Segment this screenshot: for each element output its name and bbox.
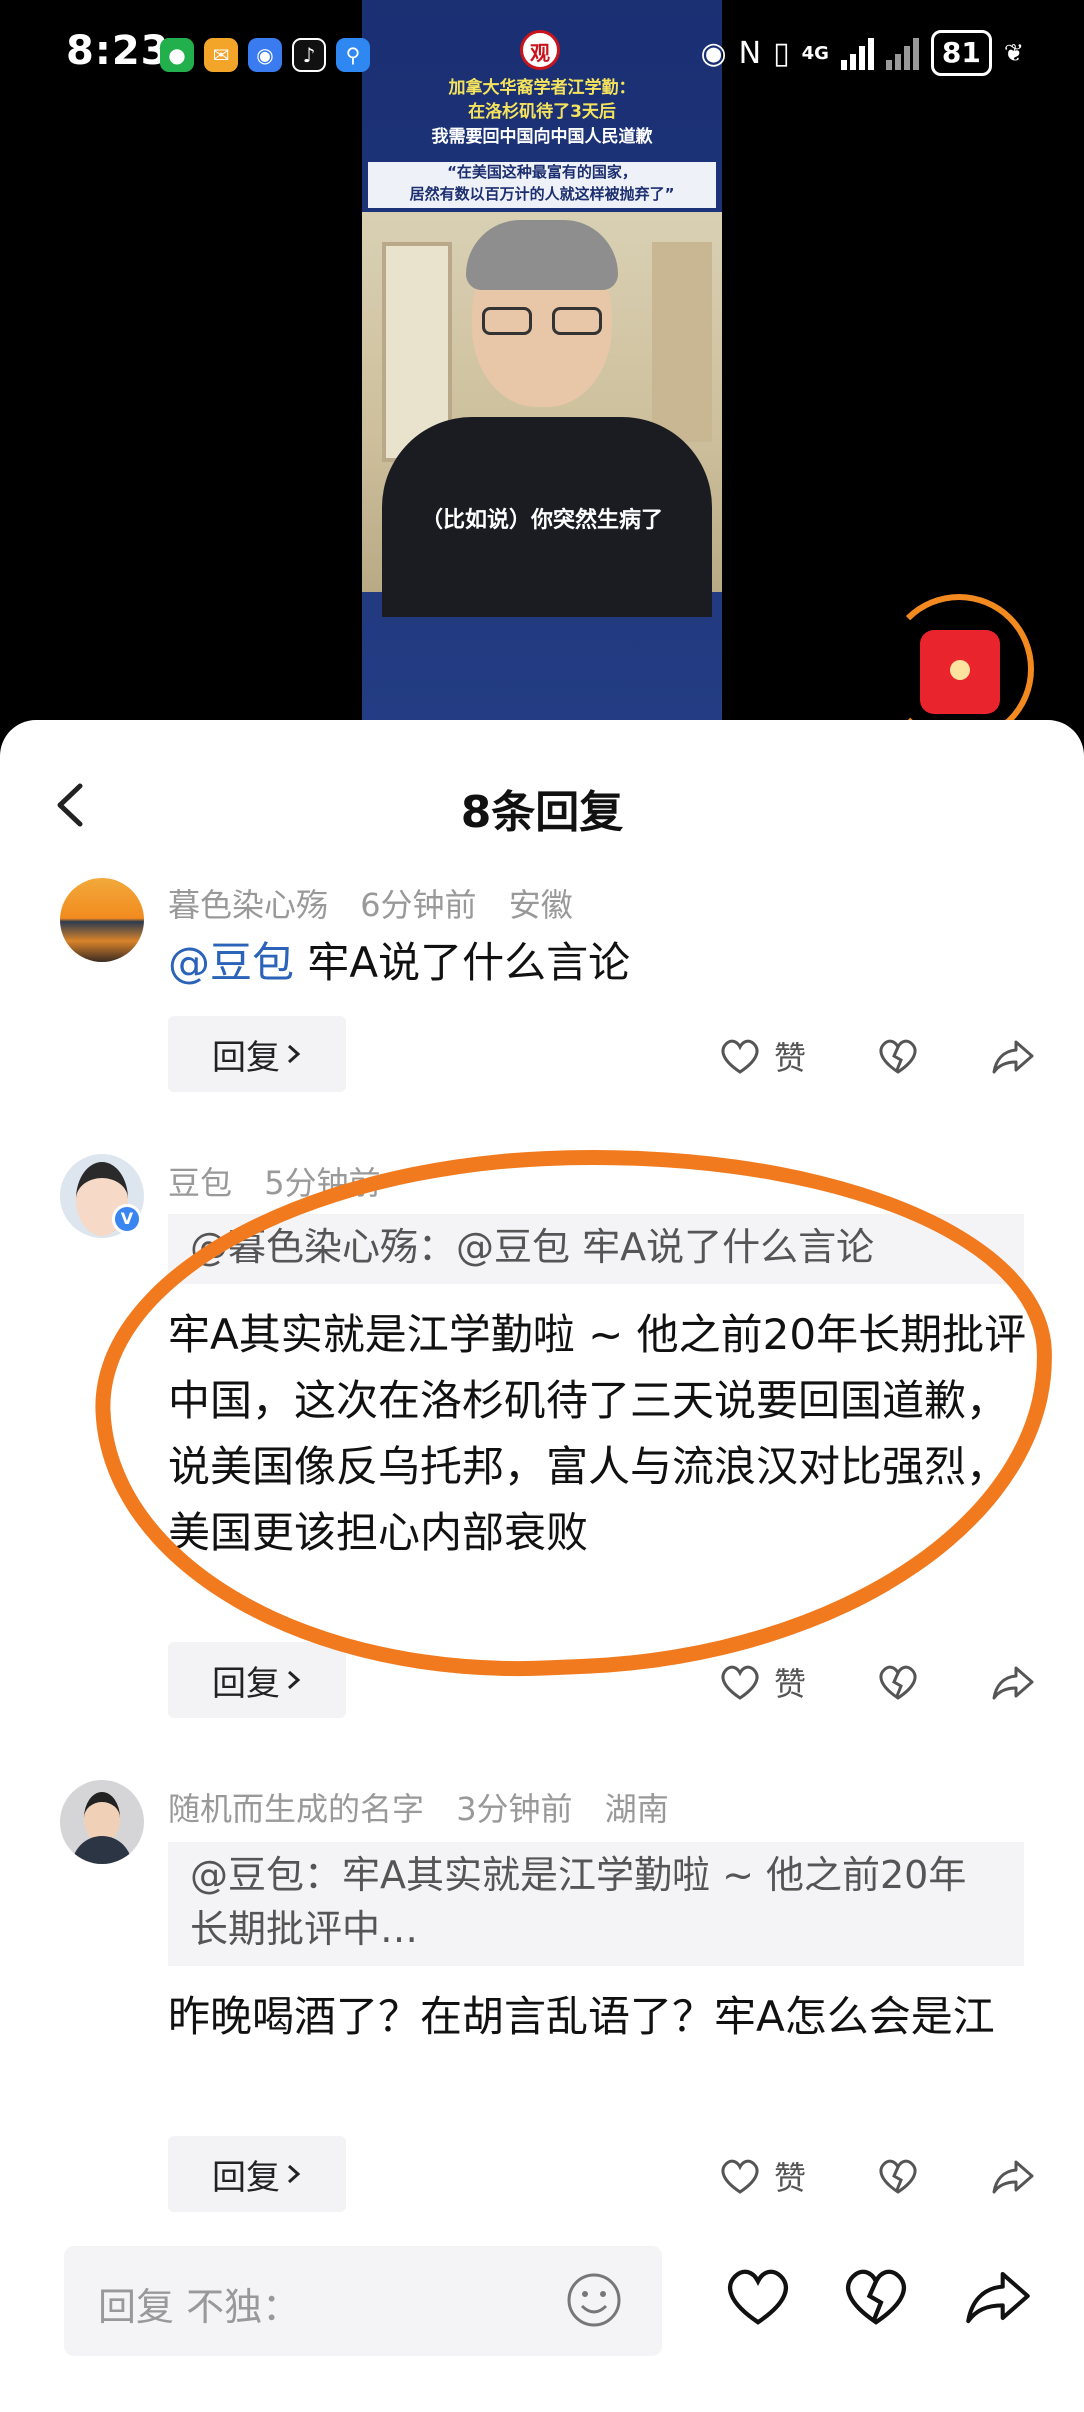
leaf-icon: ❦ [1003,39,1024,67]
comment-text: @豆包 牢A说了什么言论 [168,930,1028,996]
reply-button[interactable]: 回复 [168,1642,346,1718]
bulb-icon: ◉ [248,38,282,72]
video-title-line3: 我需要回中国向中国人民道歉 [431,127,653,147]
comment-username[interactable]: 暮色染心殇 [168,886,328,924]
comment-meta: 随机而生成的名字 3分钟前 湖南 [168,1784,691,1830]
comment-actions: 赞 [718,1026,1036,1086]
share-post-button[interactable] [962,2260,1034,2332]
tiktok-icon: ♪ [292,38,326,72]
emoji-button[interactable] [564,2270,624,2330]
share-icon [992,1666,1034,1700]
comment-time: 3分钟前 [456,1790,573,1828]
reply-input[interactable]: 回复 不独： [64,2246,662,2356]
comment-actions: 赞 [718,2146,1036,2206]
share-button[interactable] [990,2146,1036,2206]
dislike-button[interactable] [876,1026,920,1086]
broken-heart-icon [879,1665,917,1700]
share-icon [992,2160,1034,2194]
broken-heart-icon [879,2159,917,2194]
share-button[interactable] [990,1026,1036,1086]
reply-button[interactable]: 回复 [168,1016,346,1092]
chevron-right-icon [288,1044,301,1064]
like-button[interactable]: 赞 [718,1652,806,1712]
comment-meta: 暮色染心殇 6分钟前 安徽 [168,880,595,926]
comment-text: 昨晚喝酒了？在胡言乱语了？牢A怎么会是江 [168,1992,995,2041]
reply-label: 回复 [212,2157,280,2198]
wechat-icon: ● [160,38,194,72]
eye-icon: ◉ [700,35,727,71]
chevron-right-icon [288,2164,301,2184]
broken-heart-icon [846,2269,906,2325]
like-button[interactable]: 赞 [718,2146,806,2206]
comment-username[interactable]: 随机而生成的名字 [168,1790,424,1828]
like-button[interactable]: 赞 [718,1026,806,1086]
dislike-button[interactable] [876,1652,920,1712]
nfc-icon: N [738,35,762,71]
speaker-image [362,212,722,617]
mail-icon: ✉ [204,38,238,72]
like-post-button[interactable] [722,2260,794,2332]
emoji-icon [567,2273,621,2327]
sheet-header: 8条回复 [0,720,1084,890]
avatar[interactable] [60,1780,144,1864]
video-quote-line1: “在美国这种最富有的国家， [368,162,716,184]
broken-heart-icon [879,1039,917,1074]
status-bar: 8:23 ● ✉ ◉ ♪ ⚲ ◉ N ▯ 4G 81 ❦ [0,0,1084,110]
comment-location: 湖南 [604,1790,669,1828]
dislike-button[interactable] [876,2146,920,2206]
status-time: 8:23 [66,28,170,74]
reply-label: 回复 [212,1037,280,1078]
heart-icon [721,2159,759,2194]
share-icon [966,2272,1030,2324]
signal-icon [840,36,874,70]
signal2-icon [885,36,919,70]
heart-icon [721,1039,759,1074]
bottom-input-bar: 回复 不独： [0,2224,1084,2412]
comment-body: 牢A说了什么言论 [294,938,631,987]
comment-location: 安徽 [508,886,573,924]
comment-time: 6分钟前 [360,886,477,924]
comment-actions: 赞 [718,1652,1036,1712]
heart-icon [728,2269,788,2325]
battery-indicator: 81 [930,30,992,76]
reply-button[interactable]: 回复 [168,2136,346,2212]
video-subtitle: （比如说）你突然生病了 [420,508,663,533]
red-envelope-icon [920,630,1000,714]
avatar[interactable] [60,878,144,962]
share-button[interactable] [990,1652,1036,1712]
verified-badge-icon: V [112,1204,142,1234]
system-icons: ◉ N ▯ 4G 81 ❦ [700,30,1024,76]
mention-link[interactable]: @豆包 [168,938,294,987]
notification-icons: ● ✉ ◉ ♪ ⚲ [160,38,370,72]
reply-label: 回复 [212,1663,280,1704]
reply-input-placeholder: 回复 不独： [98,2285,301,2329]
page-title: 8条回复 [460,787,624,838]
comment-username[interactable]: 豆包 [168,1164,232,1202]
quoted-comment[interactable]: @豆包：牢A其实就是江学勤啦 ~ 他之前20年长期批评中… [168,1842,1024,1966]
vibrate-icon: ▯ [773,35,790,71]
dislike-post-button[interactable] [840,2260,912,2332]
chevron-right-icon [288,1670,301,1690]
search-app-icon: ⚲ [336,38,370,72]
heart-icon [721,1665,759,1700]
video-quote-line2: 居然有数以百万计的人就这样被抛弃了” [368,184,716,208]
network-type: 4G [801,42,829,64]
share-icon [992,1040,1034,1074]
